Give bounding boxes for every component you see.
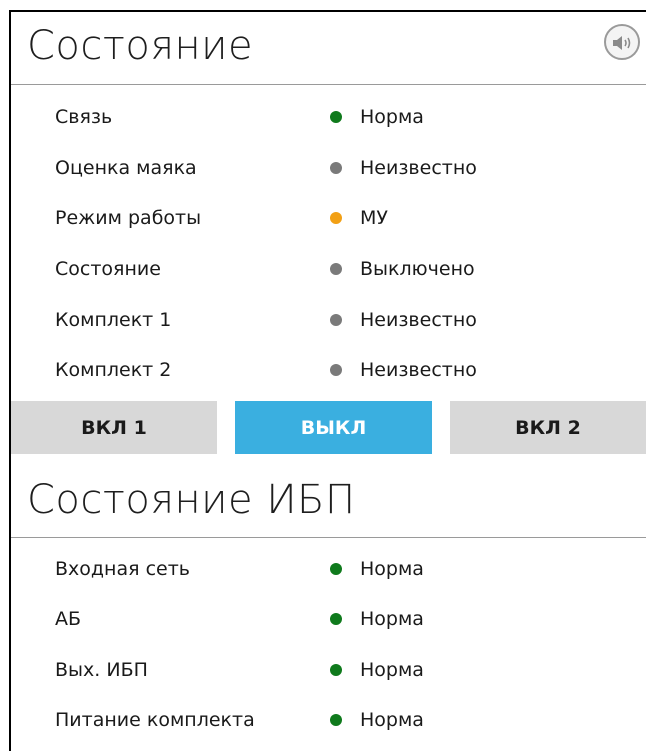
status-section-divider [11, 84, 646, 85]
status-row-label: Комплект 1 [55, 309, 172, 331]
status-indicator-dot [330, 314, 342, 326]
panel-top-border [9, 10, 646, 12]
status-indicator-dot [330, 162, 342, 174]
status-row-value: Выключено [360, 258, 475, 280]
status-row-beacon: Оценка маяка Неизвестно [0, 155, 646, 181]
ups-section-title: Состояние ИБП [27, 477, 356, 523]
ups-row-value: Норма [360, 558, 424, 580]
status-row-value: Неизвестно [360, 309, 477, 331]
status-row-label: Оценка маяка [55, 157, 197, 179]
ups-section-divider [11, 537, 646, 538]
ups-row-label: Питание комплекта [55, 709, 255, 731]
ups-row-label: Вых. ИБП [55, 659, 148, 681]
ups-row-output: Вых. ИБП Норма [0, 657, 646, 683]
ups-row-input-grid: Входная сеть Норма [0, 556, 646, 582]
speaker-icon [613, 36, 631, 50]
ups-row-value: Норма [360, 608, 424, 630]
ups-row-kit-power: Питание комплекта Норма [0, 707, 646, 733]
status-indicator-dot [330, 364, 342, 376]
status-indicator-dot [330, 714, 342, 726]
on-2-button[interactable]: ВКЛ 2 [450, 401, 646, 454]
status-section-title: Состояние [27, 23, 254, 69]
status-indicator-dot [330, 664, 342, 676]
status-row-value: Неизвестно [360, 359, 477, 381]
status-row-value: Неизвестно [360, 157, 477, 179]
on-1-button[interactable]: ВКЛ 1 [11, 401, 217, 454]
ups-row-value: Норма [360, 709, 424, 731]
status-row-kit-2: Комплект 2 Неизвестно [0, 357, 646, 383]
status-row-label: Связь [55, 106, 113, 128]
status-row-state: Состояние Выключено [0, 256, 646, 282]
status-row-label: Состояние [55, 258, 161, 280]
status-row-label: Комплект 2 [55, 359, 172, 381]
status-row-value: МУ [360, 207, 388, 229]
status-row-kit-1: Комплект 1 Неизвестно [0, 307, 646, 333]
speaker-button[interactable] [604, 24, 640, 60]
ups-row-value: Норма [360, 659, 424, 681]
ups-row-battery: АБ Норма [0, 606, 646, 632]
status-indicator-dot [330, 613, 342, 625]
status-indicator-dot [330, 563, 342, 575]
status-row-link: Связь Норма [0, 104, 646, 130]
status-indicator-dot [330, 111, 342, 123]
status-indicator-dot [330, 212, 342, 224]
status-row-value: Норма [360, 106, 424, 128]
ups-row-label: Входная сеть [55, 558, 190, 580]
status-row-label: Режим работы [55, 207, 202, 229]
ups-row-label: АБ [55, 608, 82, 630]
status-row-mode: Режим работы МУ [0, 205, 646, 231]
off-button[interactable]: ВЫКЛ [235, 401, 432, 454]
status-indicator-dot [330, 263, 342, 275]
